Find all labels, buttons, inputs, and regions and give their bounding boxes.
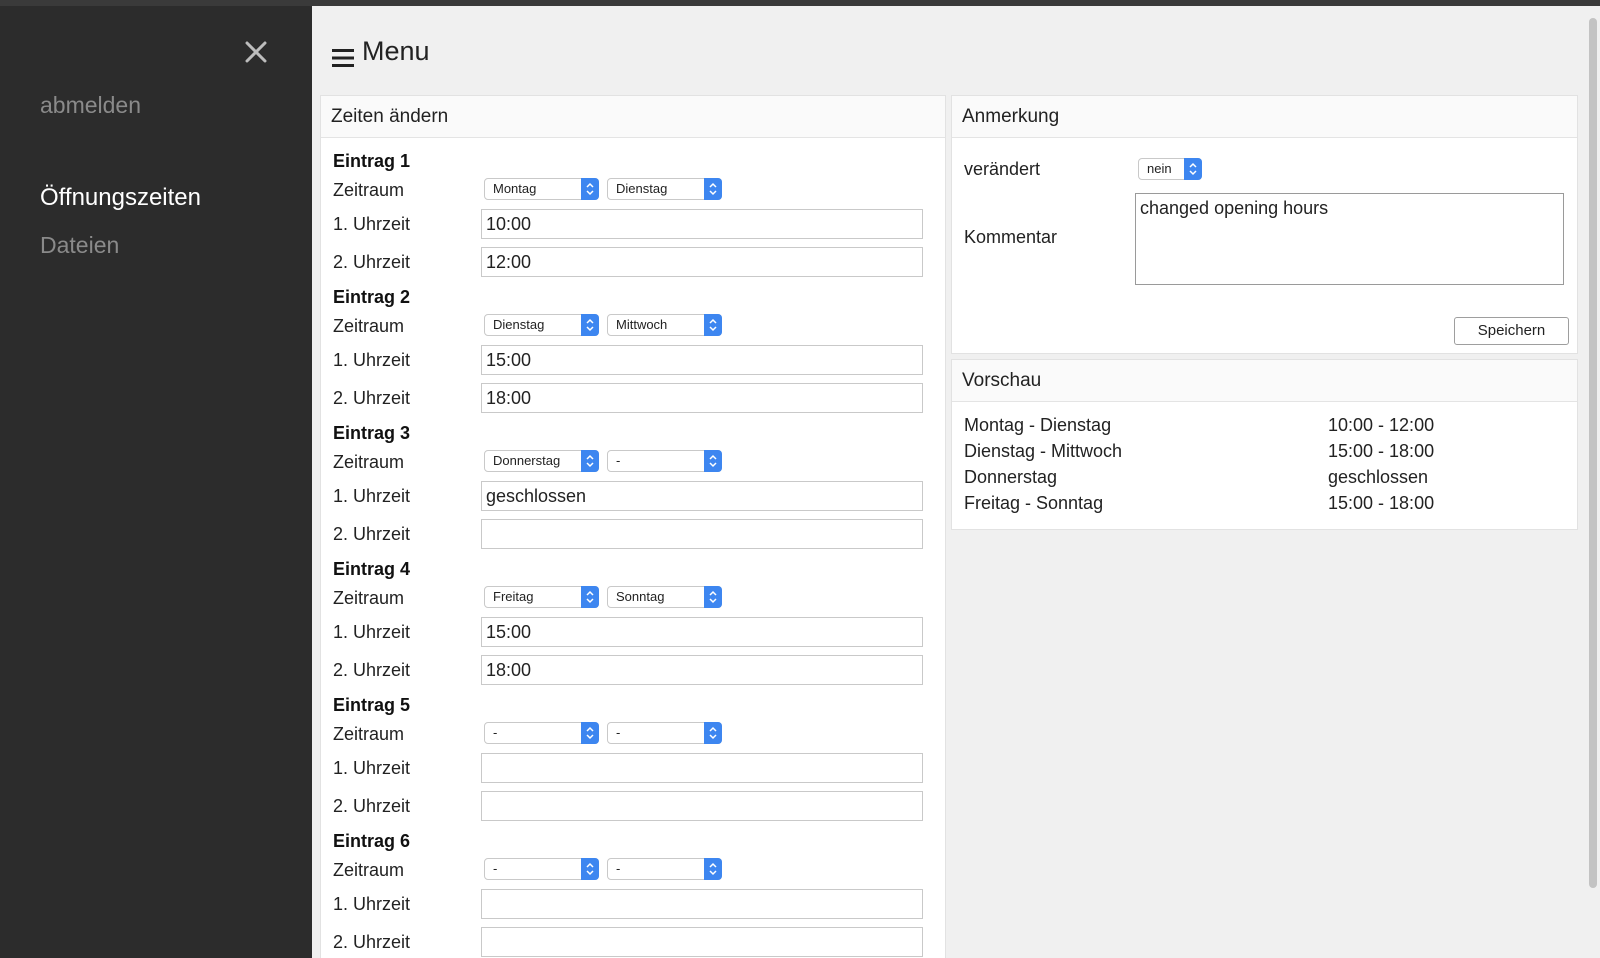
time2-label: 2. Uhrzeit [333, 524, 411, 544]
time2-input[interactable] [481, 927, 923, 957]
time1-label: 1. Uhrzeit [333, 894, 411, 914]
preview-row: Dienstag - Mittwoch 15:00 - 18:00 [964, 441, 1564, 462]
select-arrows-icon [704, 450, 722, 472]
changed-select[interactable]: nein [1138, 158, 1202, 180]
select-arrows-icon [581, 450, 599, 472]
times-panel: Zeiten ändern Eintrag 1 Zeitraum Montag … [320, 95, 946, 958]
time2-input[interactable]: 18:00 [481, 383, 923, 413]
preview-hours: 10:00 - 12:00 [1328, 415, 1435, 435]
preview-days: Donnerstag [964, 467, 1058, 487]
period-from-select[interactable]: Dienstag [484, 314, 599, 336]
select-arrows-icon [581, 314, 599, 336]
period-from-select[interactable]: - [484, 722, 599, 744]
entry-title: Eintrag 2 [333, 287, 411, 307]
period-from-select[interactable]: - [484, 858, 599, 880]
period-to-select[interactable]: Mittwoch [607, 314, 722, 336]
period-to-select[interactable]: - [607, 450, 722, 472]
period-label: Zeitraum [333, 316, 405, 336]
period-label: Zeitraum [333, 860, 405, 880]
preview-row: Freitag - Sonntag 15:00 - 18:00 [964, 493, 1564, 514]
time1-label: 1. Uhrzeit [333, 350, 411, 370]
sidebar-item-opening-hours[interactable]: Öffnungszeiten [40, 184, 201, 212]
select-arrows-icon [704, 722, 722, 744]
preview-hours: geschlossen [1328, 467, 1429, 487]
period-to-select[interactable]: - [607, 858, 722, 880]
preview-row: Donnerstag geschlossen [964, 467, 1564, 488]
comment-label: Kommentar [964, 227, 1058, 247]
note-panel-title: Anmerkung [952, 96, 1577, 138]
time2-label: 2. Uhrzeit [333, 252, 411, 272]
preview-panel-title: Vorschau [952, 360, 1577, 402]
comment-textarea[interactable]: changed opening hours [1135, 193, 1564, 285]
period-to-select[interactable]: Sonntag [607, 586, 722, 608]
main-content: Menu Zeiten ändern Eintrag 1 Zeitraum Mo… [312, 6, 1578, 958]
entry-title: Eintrag 5 [333, 695, 411, 715]
preview-days: Freitag - Sonntag [964, 493, 1104, 513]
sidebar-item-files[interactable]: Dateien [40, 232, 119, 259]
entry-title: Eintrag 6 [333, 831, 411, 851]
select-arrows-icon [581, 722, 599, 744]
time2-label: 2. Uhrzeit [333, 796, 411, 816]
select-arrows-icon [704, 178, 722, 200]
entry-title: Eintrag 3 [333, 423, 411, 443]
time1-label: 1. Uhrzeit [333, 486, 411, 506]
select-arrows-icon [1184, 158, 1202, 180]
period-label: Zeitraum [333, 724, 405, 744]
period-label: Zeitraum [333, 452, 405, 472]
select-arrows-icon [704, 586, 722, 608]
period-label: Zeitraum [333, 180, 405, 200]
preview-hours: 15:00 - 18:00 [1328, 493, 1435, 513]
preview-row: Montag - Dienstag 10:00 - 12:00 [964, 415, 1564, 436]
time1-input[interactable]: geschlossen [481, 481, 923, 511]
select-arrows-icon [581, 858, 599, 880]
time2-label: 2. Uhrzeit [333, 388, 411, 408]
sidebar: abmelden Öffnungszeiten Dateien [0, 6, 312, 958]
note-panel: Anmerkung verändert nein Kommentar chang… [951, 95, 1578, 354]
select-arrows-icon [581, 586, 599, 608]
select-arrows-icon [704, 858, 722, 880]
select-arrows-icon [704, 314, 722, 336]
times-panel-title: Zeiten ändern [321, 96, 945, 138]
time2-label: 2. Uhrzeit [333, 660, 411, 680]
entry-title: Eintrag 4 [333, 559, 411, 579]
time2-input[interactable] [481, 519, 923, 549]
menu-toggle[interactable]: Menu [332, 36, 430, 67]
time2-input[interactable]: 12:00 [481, 247, 923, 277]
time1-label: 1. Uhrzeit [333, 758, 411, 778]
period-from-select[interactable]: Montag [484, 178, 599, 200]
entry-title: Eintrag 1 [333, 151, 411, 171]
period-to-select[interactable]: - [607, 722, 722, 744]
time1-input[interactable] [481, 889, 923, 919]
select-arrows-icon [581, 178, 599, 200]
period-to-select[interactable]: Dienstag [607, 178, 722, 200]
time1-label: 1. Uhrzeit [333, 622, 411, 642]
logout-link[interactable]: abmelden [40, 92, 141, 119]
preview-panel: Vorschau Montag - Dienstag 10:00 - 12:00… [951, 359, 1578, 530]
time2-input[interactable] [481, 791, 923, 821]
close-icon[interactable] [242, 38, 270, 66]
scrollbar-thumb[interactable] [1589, 18, 1597, 888]
period-label: Zeitraum [333, 588, 405, 608]
time1-input[interactable]: 15:00 [481, 617, 923, 647]
preview-days: Dienstag - Mittwoch [964, 441, 1123, 461]
time2-label: 2. Uhrzeit [333, 932, 411, 952]
save-button[interactable]: Speichern [1454, 317, 1569, 345]
hamburger-icon[interactable] [332, 43, 354, 67]
time2-input[interactable]: 18:00 [481, 655, 923, 685]
page-scrollbar[interactable] [1586, 6, 1600, 958]
changed-label: verändert [964, 159, 1041, 179]
time1-input[interactable] [481, 753, 923, 783]
period-from-select[interactable]: Donnerstag [484, 450, 599, 472]
preview-days: Montag - Dienstag [964, 415, 1112, 435]
time1-input[interactable]: 15:00 [481, 345, 923, 375]
period-from-select[interactable]: Freitag [484, 586, 599, 608]
time1-label: 1. Uhrzeit [333, 214, 411, 234]
page-title: Menu [362, 36, 430, 66]
time1-input[interactable]: 10:00 [481, 209, 923, 239]
preview-hours: 15:00 - 18:00 [1328, 441, 1435, 461]
